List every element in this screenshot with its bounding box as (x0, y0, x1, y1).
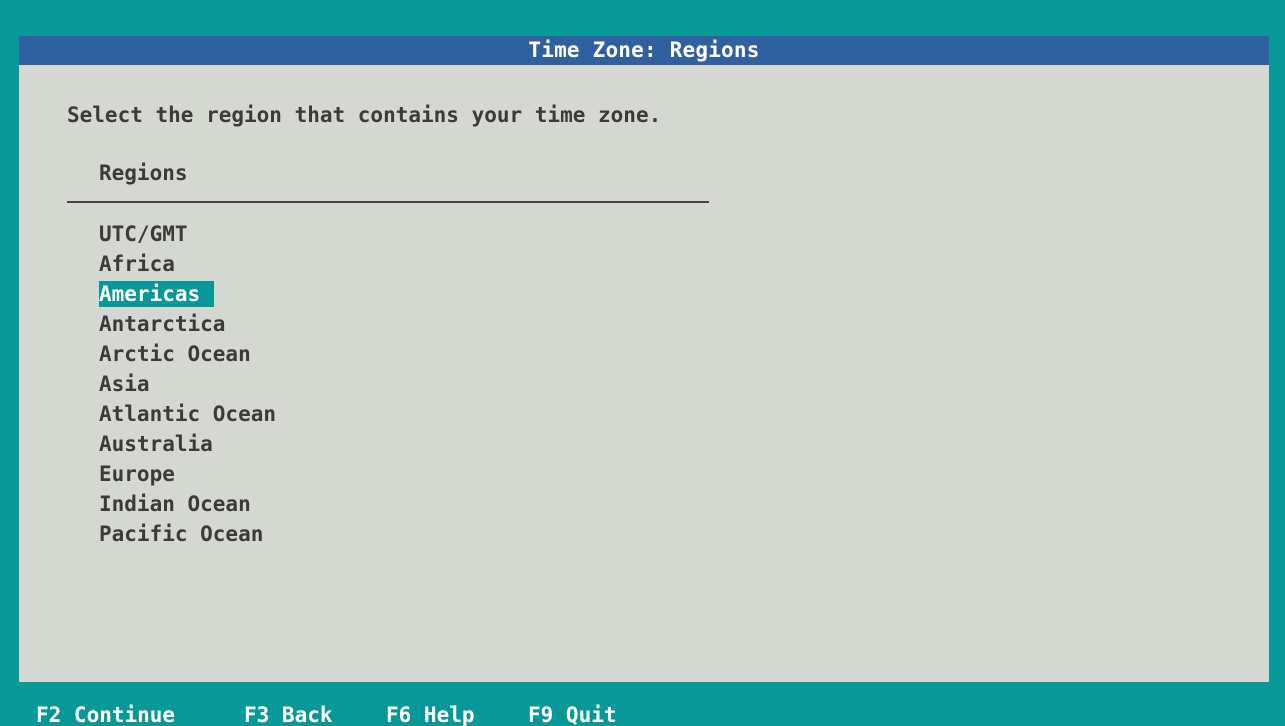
f2-continue-key[interactable]: F2 Continue (36, 700, 175, 726)
header-divider (67, 201, 709, 203)
region-item-label: Australia (99, 432, 213, 456)
region-item-label: Atlantic Ocean (99, 402, 277, 426)
region-item-label: Asia (99, 372, 150, 396)
region-item-atlantic-ocean[interactable]: Atlantic Ocean (99, 399, 290, 429)
region-item-label: Arctic Ocean (99, 342, 251, 366)
region-item-utc-gmt[interactable]: UTC/GMT (99, 219, 290, 249)
region-item-arctic-ocean[interactable]: Arctic Ocean (99, 339, 290, 369)
dialog-title: Time Zone: Regions (19, 36, 1269, 65)
installer-screen: Time Zone: Regions Select the region tha… (0, 0, 1285, 726)
region-item-antarctica[interactable]: Antarctica (99, 309, 290, 339)
f3-back-key[interactable]: F3 Back (244, 700, 333, 726)
region-list[interactable]: UTC/GMT Africa Americas Antarctica Arctic Oc… (99, 219, 290, 549)
region-item-asia[interactable]: Asia (99, 369, 290, 399)
regions-column-header: Regions (99, 161, 188, 185)
region-item-australia[interactable]: Australia (99, 429, 290, 459)
region-item-label: Pacific Ocean (99, 522, 264, 546)
f6-help-key[interactable]: F6 Help (386, 700, 475, 726)
instruction-text: Select the region that contains your tim… (67, 103, 662, 127)
region-item-indian-ocean[interactable]: Indian Ocean (99, 489, 290, 519)
region-item-label: Africa (99, 252, 175, 276)
region-item-label: Americas (99, 281, 215, 307)
function-key-bar: F2 Continue F3 Back F6 Help F9 Quit (0, 700, 1285, 726)
region-item-europe[interactable]: Europe (99, 459, 290, 489)
timezone-dialog: Time Zone: Regions Select the region tha… (19, 36, 1269, 682)
region-item-africa[interactable]: Africa (99, 249, 290, 279)
region-item-label: UTC/GMT (99, 222, 188, 246)
region-item-americas[interactable]: Americas (99, 279, 290, 309)
region-item-pacific-ocean[interactable]: Pacific Ocean (99, 519, 290, 549)
f9-quit-key[interactable]: F9 Quit (528, 700, 617, 726)
region-item-label: Indian Ocean (99, 492, 251, 516)
region-item-label: Antarctica (99, 312, 226, 336)
region-item-label: Europe (99, 462, 175, 486)
